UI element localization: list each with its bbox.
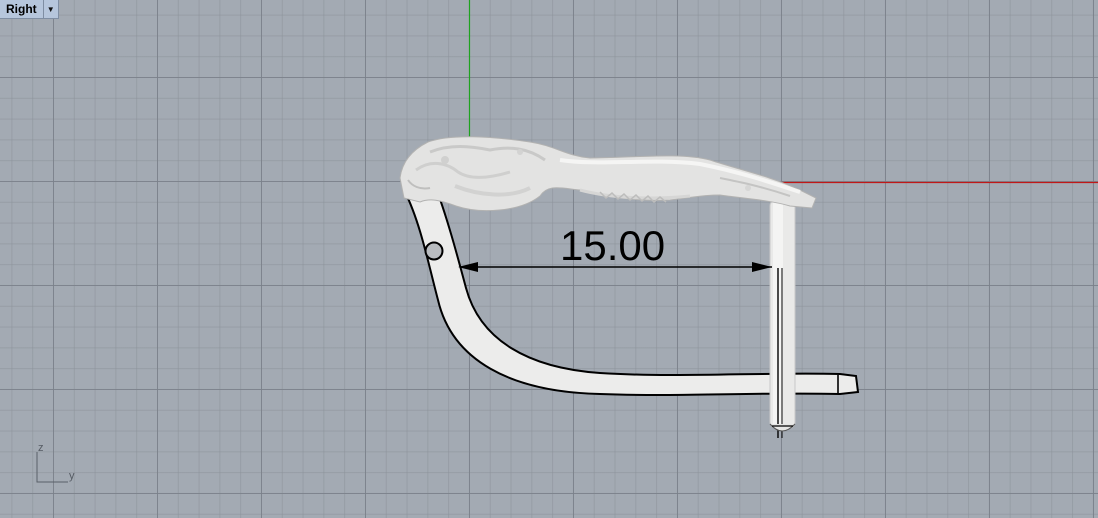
axis-widget: z y: [28, 442, 88, 492]
axis-label-z: z: [38, 442, 44, 454]
ornament-top[interactable]: [399, 136, 817, 212]
viewport-right[interactable]: 15.00 Right ▼ z y: [0, 0, 1098, 518]
pin-post[interactable]: [769, 199, 796, 438]
dimension-value[interactable]: 15.00: [560, 224, 665, 268]
scene-canvas[interactable]: [0, 0, 1098, 518]
axis-widget-lines: [36, 452, 68, 483]
viewport-title-tab[interactable]: Right ▼: [0, 0, 59, 19]
viewport-title[interactable]: Right: [0, 0, 43, 18]
axis-label-y: y: [69, 470, 75, 482]
triangle-down-icon[interactable]: ▼: [42, 0, 58, 18]
hinge-hole[interactable]: [424, 241, 444, 261]
